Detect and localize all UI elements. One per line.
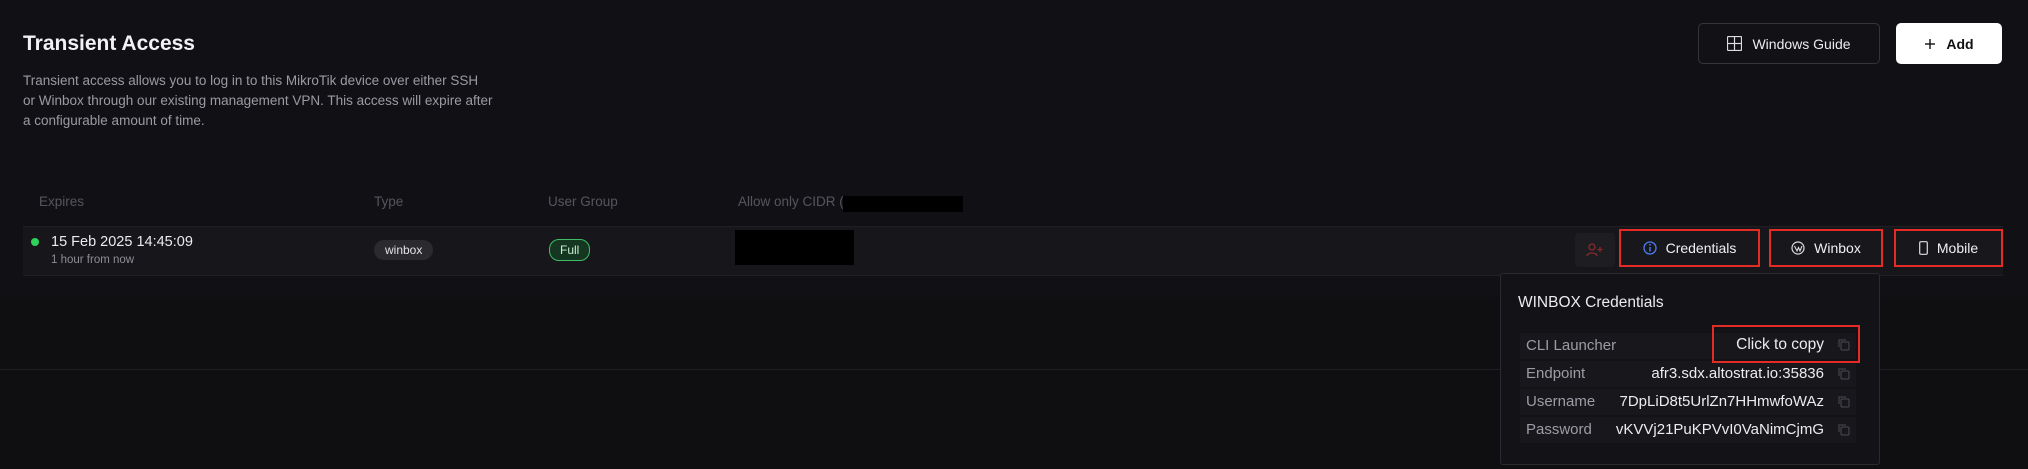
credentials-label: Credentials [1665, 240, 1737, 256]
password-value: vKVVj21PuKPVvI0VaNimCjmG [1615, 421, 1824, 438]
expires-relative: 1 hour from now [51, 254, 135, 266]
copy-icon[interactable] [1838, 368, 1850, 380]
winbox-button[interactable]: Winbox [1769, 229, 1883, 267]
add-label: Add [1946, 35, 1974, 52]
type-badge: winbox [374, 240, 434, 260]
popup-title: WINBOX Credentials [1518, 294, 1664, 311]
windows-guide-button[interactable]: Windows Guide [1698, 23, 1880, 64]
cli-launcher-label: CLI Launcher [1526, 337, 1617, 354]
add-user-icon [1586, 243, 1604, 257]
redacted-header-block [843, 196, 963, 212]
credentials-button[interactable]: Credentials [1619, 229, 1760, 267]
endpoint-label: Endpoint [1526, 365, 1586, 382]
info-icon [1642, 241, 1657, 255]
add-button[interactable]: Add [1896, 23, 2002, 64]
redacted-cidr-block [735, 230, 854, 265]
copy-icon[interactable] [1838, 396, 1850, 408]
click-to-copy-highlight [1712, 325, 1860, 363]
user-group-badge: Full [549, 239, 591, 261]
copy-icon[interactable] [1838, 424, 1850, 436]
page-description: Transient access allows you to log in to… [23, 73, 493, 128]
mobile-button[interactable]: Mobile [1894, 229, 2003, 267]
expires-date: 15 Feb 2025 14:45:09 [51, 234, 193, 250]
column-header-type: Type [374, 194, 404, 209]
column-header-expires: Expires [39, 194, 85, 209]
mobile-label: Mobile [1936, 240, 1979, 256]
password-label: Password [1526, 421, 1592, 438]
page-title: Transient Access [23, 32, 195, 55]
column-header-user-group: User Group [548, 194, 618, 209]
username-value: 7DpLiD8t5UrlZn7HHmwfoWAz [1619, 393, 1825, 410]
column-header-allow-cidr: Allow only CIDR ( [738, 194, 844, 209]
plus-icon [1924, 38, 1936, 50]
endpoint-value: afr3.sdx.altostrat.io:35836 [1651, 365, 1824, 382]
winbox-icon [1791, 241, 1805, 255]
winbox-label: Winbox [1814, 240, 1861, 256]
add-user-button[interactable] [1575, 233, 1615, 267]
windows-guide-label: Windows Guide [1752, 35, 1851, 52]
username-label: Username [1526, 393, 1596, 410]
status-dot [31, 238, 39, 246]
mobile-icon [1918, 241, 1928, 255]
windows-icon [1727, 36, 1743, 51]
